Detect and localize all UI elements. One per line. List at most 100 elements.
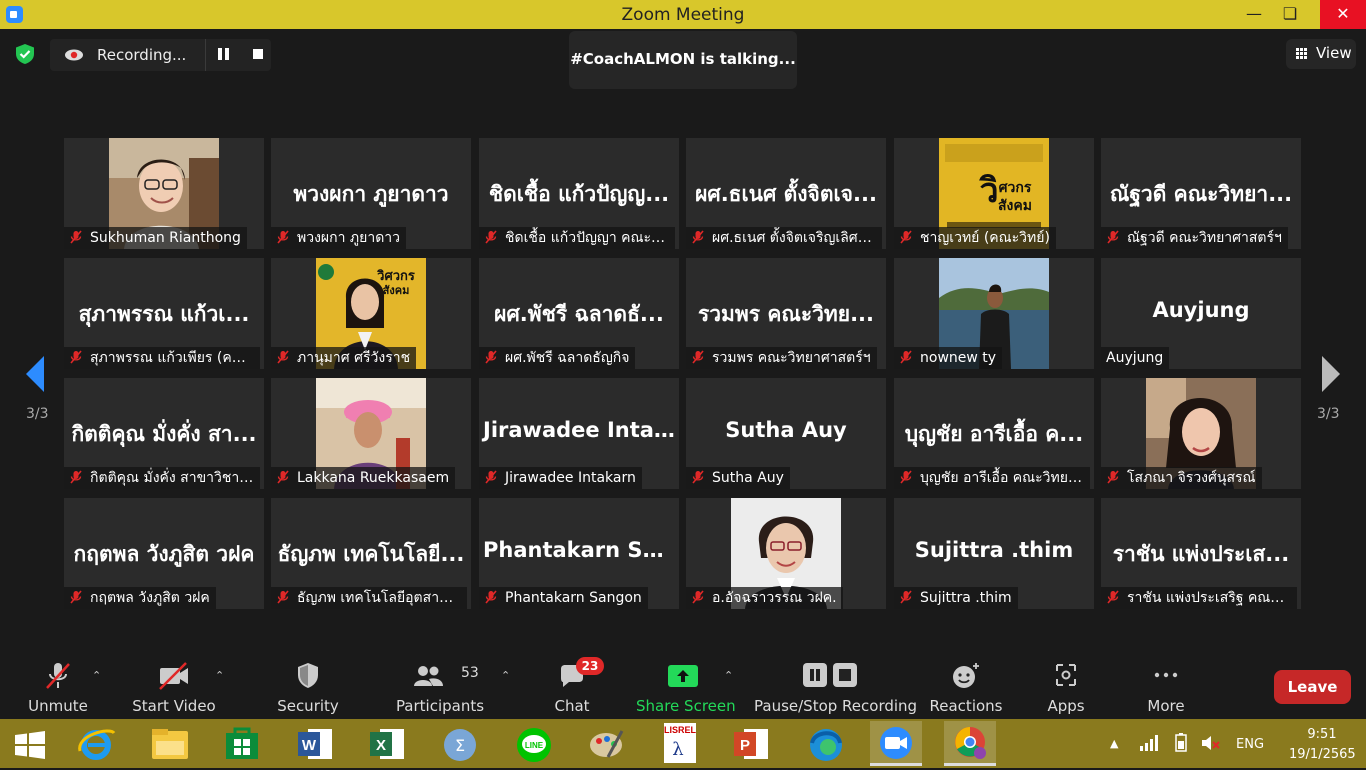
participant-tile[interactable]: อ.อัจฉราวรรณ วฝค. <box>686 498 886 609</box>
unmute-button[interactable]: Unmute <box>20 651 96 719</box>
participant-tile[interactable]: ชิดเชื้อ แก้วปัญญ... ชิดเชื้อ แก้วปัญญา ค… <box>479 138 679 249</box>
muted-mic-icon <box>277 349 289 364</box>
participant-display-name: กฤตพล วังภูสิต วฝค <box>73 542 255 566</box>
leave-button[interactable]: Leave <box>1274 670 1351 704</box>
stop-recording-icon[interactable] <box>253 49 263 59</box>
participant-tile[interactable]: nownew ty <box>894 258 1094 369</box>
apps-button[interactable]: Apps <box>1036 651 1096 719</box>
participant-tile[interactable]: Sutha Auy Sutha Auy <box>686 378 886 489</box>
input-language[interactable]: ENG <box>1236 737 1264 752</box>
video-options-caret-icon[interactable]: ⌃ <box>215 669 224 682</box>
participant-tile[interactable]: รวมพร คณะวิทย... รวมพร คณะวิทยาศาสตร์ฯ <box>686 258 886 369</box>
share-options-caret-icon[interactable]: ⌃ <box>724 669 733 682</box>
participant-display-name: Sutha Auy <box>725 418 847 442</box>
zoom-taskbar-icon[interactable] <box>870 721 922 766</box>
security-button[interactable]: Security <box>268 651 348 719</box>
network-signal-icon[interactable] <box>1140 735 1158 751</box>
participant-tile[interactable]: Auyjung Auyjung <box>1101 258 1301 369</box>
view-button[interactable]: View <box>1286 39 1356 69</box>
pause-stop-recording-button[interactable]: Pause/Stop Recording <box>754 651 917 719</box>
minimize-button[interactable]: — <box>1234 0 1274 29</box>
participant-tile[interactable]: โสภณา จิรวงศ์นุสรณ์ <box>1101 378 1301 489</box>
participant-tile[interactable]: Phantakarn San... Phantakarn Sangon <box>479 498 679 609</box>
muted-mic-icon <box>900 349 912 364</box>
more-label: More <box>1147 697 1185 715</box>
muted-mic-icon <box>692 229 704 244</box>
volume-muted-icon[interactable] <box>1200 733 1220 753</box>
muted-mic-icon <box>485 469 497 484</box>
muted-mic-icon <box>485 229 497 244</box>
unmute-label: Unmute <box>28 697 88 715</box>
excel-icon[interactable]: X <box>362 721 414 766</box>
muted-mic-icon <box>485 349 497 364</box>
participant-tile[interactable]: Sujittra .thim Sujittra .thim <box>894 498 1094 609</box>
clock-date[interactable]: 19/1/2565 <box>1289 747 1356 762</box>
participant-tile[interactable]: Lakkana Ruekkasaem <box>271 378 471 489</box>
muted-mic-icon <box>900 229 912 244</box>
share-screen-button[interactable]: Share Screen <box>636 651 736 719</box>
previous-page-arrow-icon[interactable] <box>24 356 46 392</box>
participants-options-caret-icon[interactable]: ⌃ <box>501 669 510 682</box>
participant-tile[interactable]: Sukhuman Rianthong <box>64 138 264 249</box>
participant-name: nownew ty <box>920 350 997 366</box>
participant-tile[interactable]: พวงผกา ภูยาดาว พวงผกา ภูยาดาว <box>271 138 471 249</box>
participant-name: ชิดเชื้อ แก้วปัญญา คณะวิท... <box>505 230 675 246</box>
muted-mic-icon <box>692 469 704 484</box>
participant-display-name: ผศ.พัชรี ฉลาดธั... <box>494 302 664 326</box>
chrome-icon[interactable] <box>944 721 996 766</box>
more-button[interactable]: More <box>1136 651 1196 719</box>
start-video-button[interactable]: Start Video <box>130 651 218 719</box>
audio-options-caret-icon[interactable]: ⌃ <box>92 669 101 682</box>
line-app-icon[interactable]: LINE <box>508 721 560 766</box>
participant-tile[interactable]: กฤตพล วังภูสิต วฝค กฤตพล วังภูสิต วฝค <box>64 498 264 609</box>
participant-tile[interactable]: ผศ.ธเนศ ตั้งจิตเจ... ผศ.ธเนศ ตั้งจิตเจริญ… <box>686 138 886 249</box>
reactions-button[interactable]: Reactions <box>926 651 1006 719</box>
next-page-arrow-icon[interactable] <box>1320 356 1342 392</box>
muted-mic-icon <box>277 469 289 484</box>
windows-start-icon[interactable] <box>14 731 46 759</box>
chat-unread-badge: 23 <box>576 657 604 675</box>
maximize-button[interactable]: ❏ <box>1270 0 1310 29</box>
svg-text:สังคม: สังคม <box>383 284 410 297</box>
participant-tile[interactable]: ผศ.พัชรี ฉลาดธั... ผศ.พัชรี ฉลาดธัญกิจ <box>479 258 679 369</box>
calculator-icon[interactable]: Σ <box>434 721 486 766</box>
participant-tile[interactable]: บุญชัย อารีเอื้อ ค... บุญชัย อารีเอื้อ คณ… <box>894 378 1094 489</box>
svg-text:สังคม: สังคม <box>998 198 1032 214</box>
participant-name-label: Phantakarn Sangon <box>479 587 648 609</box>
participant-tile[interactable]: ธัญภพ เทคโนโลยี... ธัญภพ เทคโนโลยีอุตสาหก… <box>271 498 471 609</box>
participant-tile[interactable]: ณัฐวดี คณะวิทยา... ณัฐวดี คณะวิทยาศาสตร์ฯ <box>1101 138 1301 249</box>
internet-explorer-icon[interactable] <box>70 721 122 766</box>
powerpoint-icon[interactable]: P <box>726 721 778 766</box>
participant-name: Sujittra .thim <box>920 590 1012 606</box>
close-button[interactable]: ✕ <box>1320 0 1366 29</box>
participant-tile[interactable]: Jirawadee Intak... Jirawadee Intakarn <box>479 378 679 489</box>
file-explorer-icon[interactable] <box>144 721 196 766</box>
participant-name: สุภาพรรณ แก้วเพียร (คณ... <box>90 350 259 366</box>
edge-icon[interactable] <box>800 721 852 766</box>
paint-icon[interactable] <box>580 721 632 766</box>
participant-tile[interactable]: วิ ศวกร สังคม ชาญเวทย์ (คณะวิทย์) <box>894 138 1094 249</box>
encryption-shield-icon[interactable] <box>14 43 36 65</box>
muted-mic-icon <box>277 589 289 604</box>
word-icon[interactable]: W <box>290 721 342 766</box>
participant-tile[interactable]: สุภาพรรณ แก้วเ... สุภาพรรณ แก้วเพียร (คณ.… <box>64 258 264 369</box>
muted-mic-icon <box>900 469 912 484</box>
clock-time[interactable]: 9:51 <box>1299 727 1345 742</box>
participant-name: ธัญภพ เทคโนโลยีอุตสาหก... <box>297 590 467 606</box>
participant-name-label: ชาญเวทย์ (คณะวิทย์) <box>894 227 1056 249</box>
muted-mic-icon <box>70 229 82 244</box>
participant-tile[interactable]: ราชัน แพ่งประเส... ราชัน แพ่งประเสริฐ คณะ… <box>1101 498 1301 609</box>
lisrel-icon[interactable]: LISREL λ <box>654 721 706 766</box>
participant-display-name: ผศ.ธเนศ ตั้งจิตเจ... <box>695 182 877 206</box>
store-icon[interactable] <box>216 721 268 766</box>
pause-recording-icon[interactable] <box>218 48 230 62</box>
participant-display-name: กิตติคุณ มั่งคั่ง สา... <box>71 422 257 446</box>
participants-button[interactable]: 53 Participants <box>395 651 485 719</box>
apps-icon <box>1056 664 1076 686</box>
chat-button[interactable]: 23 Chat <box>545 651 604 719</box>
show-hidden-icons-chevron[interactable]: ▲ <box>1110 737 1118 750</box>
participant-name: กิตติคุณ มั่งคั่ง สาขาวิชาเ... <box>90 470 258 486</box>
participant-tile[interactable]: วิศวกร สังคม ภานุมาศ ศรีวังราช <box>271 258 471 369</box>
participant-tile[interactable]: กิตติคุณ มั่งคั่ง สา... กิตติคุณ มั่งคั่ง… <box>64 378 264 489</box>
battery-icon[interactable] <box>1172 733 1190 753</box>
